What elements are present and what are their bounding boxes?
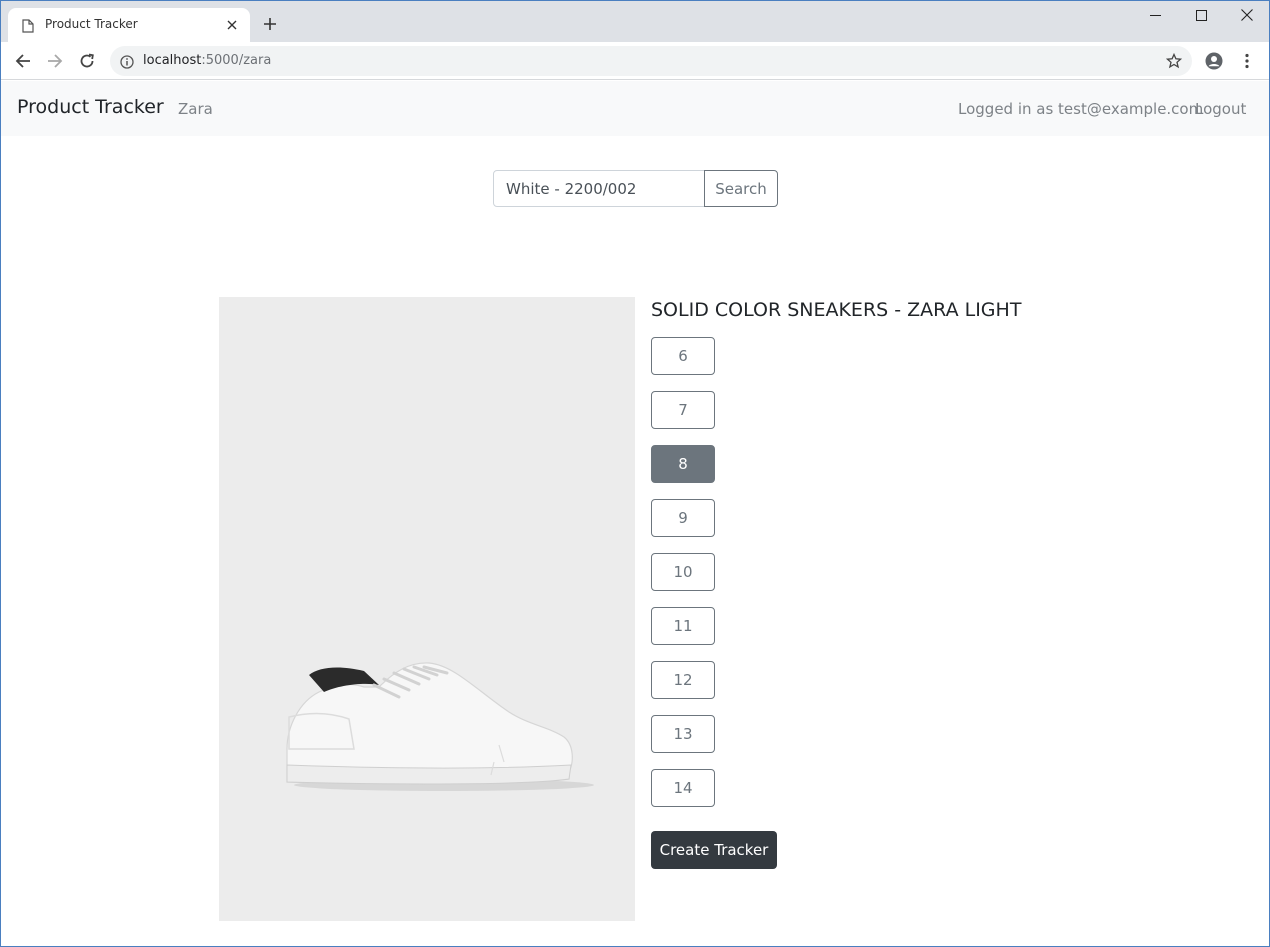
tab-strip: Product Tracker: [0, 0, 1270, 42]
size-button-10[interactable]: 10: [651, 553, 715, 591]
window-frame: [0, 0, 1270, 947]
url-host: localhost: [143, 53, 202, 68]
address-bar[interactable]: localhost:5000/zara: [110, 46, 1192, 76]
browser-toolbar: localhost:5000/zara: [0, 42, 1270, 80]
tab-title: Product Tracker: [45, 17, 138, 31]
search-button[interactable]: Search: [704, 170, 778, 207]
logged-in-text: Logged in as test@example.com: [958, 100, 1204, 118]
close-window-icon[interactable]: [1224, 0, 1270, 30]
size-button-11[interactable]: 11: [651, 607, 715, 645]
url-text[interactable]: localhost:5000/zara: [143, 53, 271, 68]
size-button-13[interactable]: 13: [651, 715, 715, 753]
create-tracker-button[interactable]: Create Tracker: [651, 831, 777, 869]
product-image: [219, 297, 635, 921]
sneaker-image: [286, 662, 594, 791]
url-path: :5000/zara: [201, 53, 272, 68]
size-button-9[interactable]: 9: [651, 499, 715, 537]
profile-icon[interactable]: [1205, 52, 1223, 70]
maximize-icon[interactable]: [1178, 0, 1224, 30]
browser-tab[interactable]: Product Tracker: [8, 8, 250, 42]
menu-kebab-icon[interactable]: [1243, 53, 1251, 69]
size-button-14[interactable]: 14: [651, 769, 715, 807]
size-button-8-selected[interactable]: 8: [651, 445, 715, 483]
size-button-12[interactable]: 12: [651, 661, 715, 699]
nav-link-zara[interactable]: Zara: [178, 100, 213, 118]
close-tab-icon[interactable]: [225, 18, 239, 32]
back-arrow-icon[interactable]: [12, 50, 34, 72]
forward-arrow-icon[interactable]: [44, 50, 66, 72]
bookmark-star-icon[interactable]: [1165, 52, 1183, 69]
logout-link[interactable]: Logout: [1195, 100, 1246, 118]
minimize-icon[interactable]: [1132, 0, 1178, 30]
product-title: SOLID COLOR SNEAKERS - ZARA LIGHT: [651, 299, 1022, 321]
reload-icon[interactable]: [76, 50, 98, 72]
search-input[interactable]: [493, 170, 705, 207]
info-icon[interactable]: [120, 54, 134, 69]
size-button-6[interactable]: 6: [651, 337, 715, 375]
site-navbar: Product Tracker Zara Logged in as test@e…: [1, 81, 1269, 136]
new-tab-icon[interactable]: [260, 14, 280, 34]
size-button-7[interactable]: 7: [651, 391, 715, 429]
page-icon: [22, 18, 34, 33]
brand-link[interactable]: Product Tracker: [17, 96, 164, 118]
